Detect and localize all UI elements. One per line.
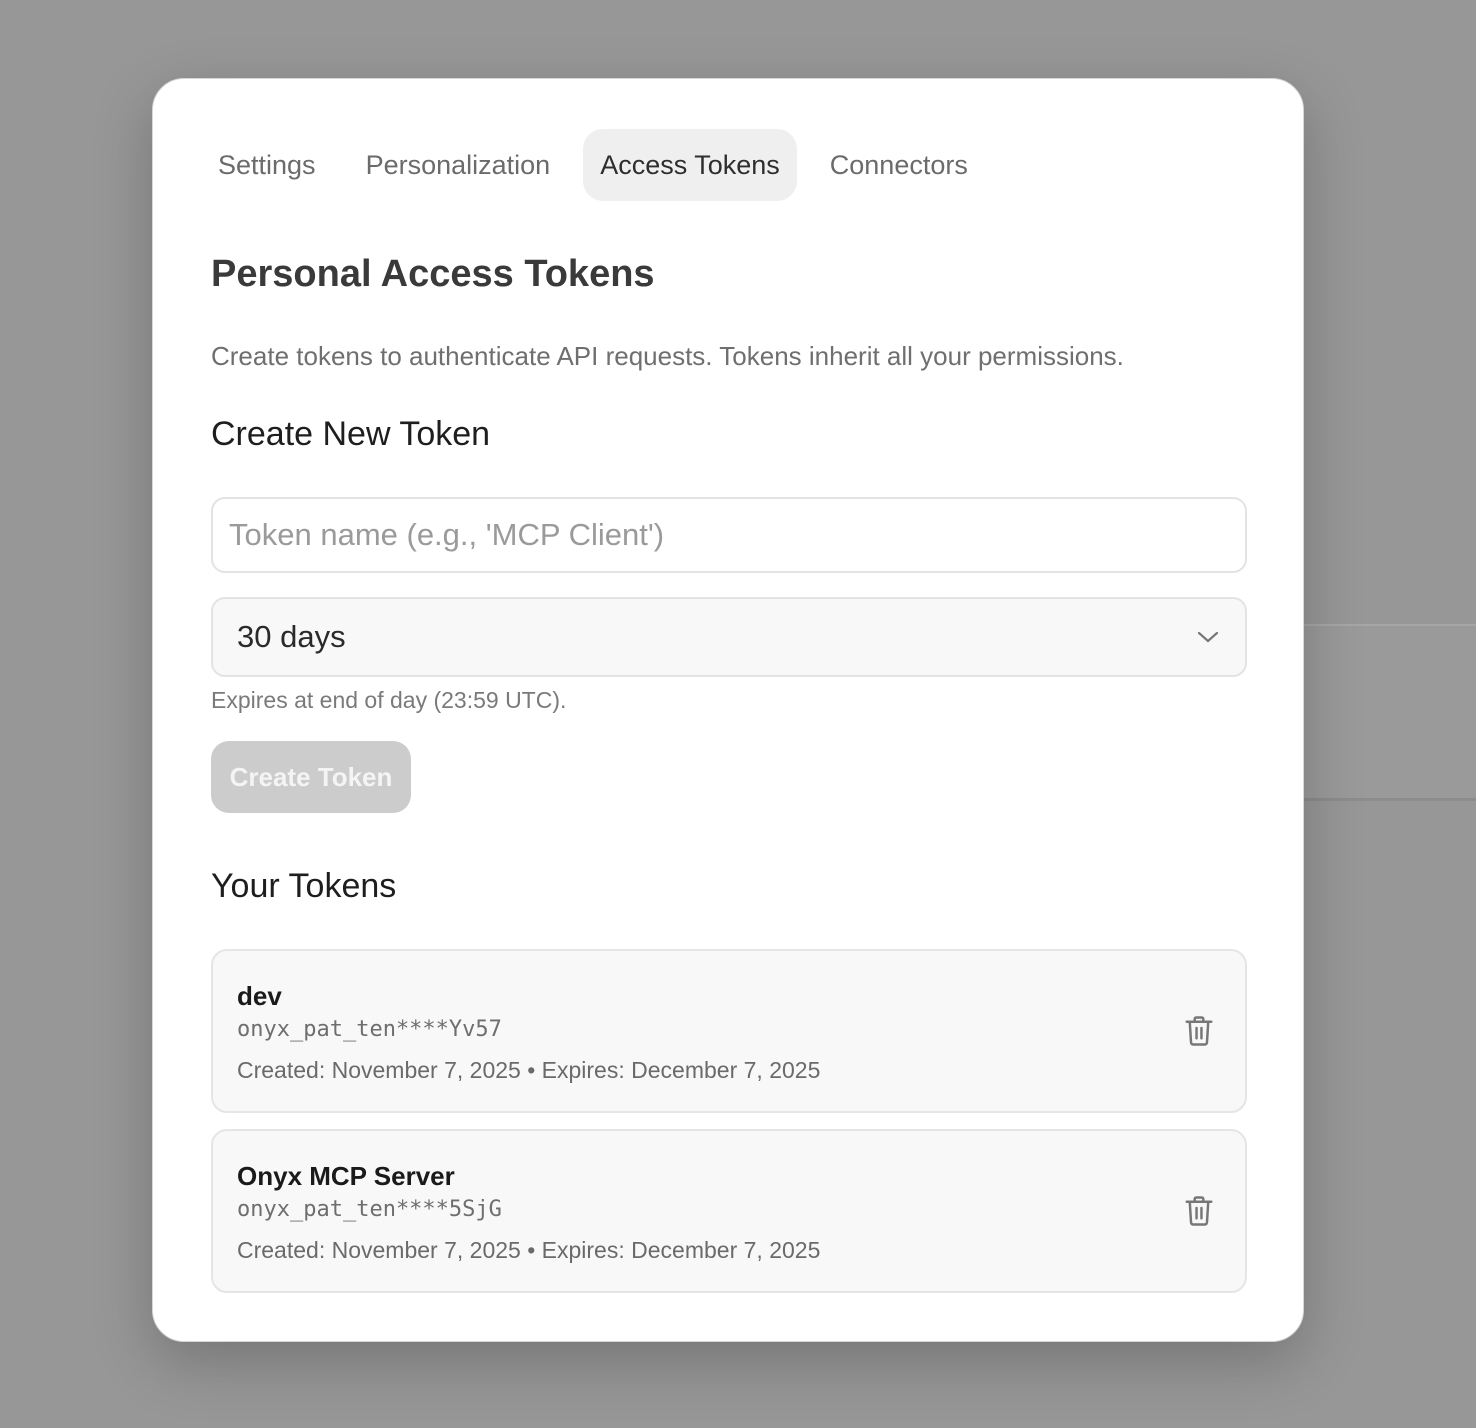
- page-description: Create tokens to authenticate API reques…: [211, 341, 1124, 371]
- create-token-heading: Create New Token: [211, 415, 491, 453]
- create-token-button[interactable]: Create Token: [211, 741, 411, 813]
- tab-personalization[interactable]: Personalization: [349, 129, 568, 201]
- token-dates: Created: November 7, 2025 • Expires: Dec…: [237, 1237, 821, 1263]
- token-dates: Created: November 7, 2025 • Expires: Dec…: [237, 1057, 821, 1083]
- your-tokens-heading: Your Tokens: [211, 867, 397, 905]
- token-card: Onyx MCP Server onyx_pat_ten****5SjG Cre…: [211, 1129, 1247, 1293]
- expiry-note: Expires at end of day (23:59 UTC).: [211, 687, 567, 713]
- delete-token-button[interactable]: [1181, 1193, 1217, 1229]
- token-name: Onyx MCP Server: [237, 1161, 455, 1191]
- token-name-input[interactable]: [211, 497, 1247, 573]
- settings-tabs: Settings Personalization Access Tokens C…: [201, 129, 985, 201]
- tab-settings[interactable]: Settings: [201, 129, 333, 201]
- chevron-down-icon: [1197, 631, 1219, 643]
- background-panel: [1300, 624, 1476, 801]
- token-card: dev onyx_pat_ten****Yv57 Created: Novemb…: [211, 949, 1247, 1113]
- expiry-selected-value: 30 days: [237, 619, 346, 654]
- settings-modal: Settings Personalization Access Tokens C…: [152, 78, 1304, 1342]
- token-masked-key: onyx_pat_ten****5SjG: [237, 1197, 502, 1222]
- tab-access-tokens[interactable]: Access Tokens: [583, 129, 797, 201]
- page-title: Personal Access Tokens: [211, 253, 655, 295]
- tab-connectors[interactable]: Connectors: [813, 129, 985, 201]
- delete-token-button[interactable]: [1181, 1013, 1217, 1049]
- trash-icon: [1185, 1016, 1213, 1046]
- trash-icon: [1185, 1196, 1213, 1226]
- expiry-select[interactable]: 30 days: [211, 597, 1247, 677]
- token-masked-key: onyx_pat_ten****Yv57: [237, 1017, 502, 1042]
- token-name: dev: [237, 981, 282, 1011]
